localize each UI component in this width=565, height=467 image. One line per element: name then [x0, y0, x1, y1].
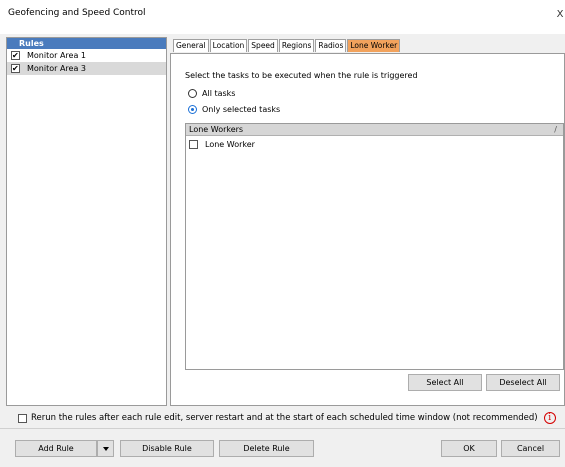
lone-workers-column-header[interactable]: Lone Workers /	[186, 124, 563, 136]
tab-speed[interactable]: Speed	[248, 39, 278, 52]
rerun-rules-label: Rerun the rules after each rule edit, se…	[31, 413, 538, 423]
deselect-all-button[interactable]: Deselect All	[486, 374, 560, 391]
tasks-description: Select the tasks to be executed when the…	[185, 71, 418, 80]
select-all-button[interactable]: Select All	[408, 374, 482, 391]
rule-label: Monitor Area 1	[27, 51, 86, 60]
info-icon[interactable]: i	[543, 412, 556, 424]
rule-item-monitor-area-3[interactable]: Monitor Area 3	[7, 62, 166, 75]
all-tasks-radio[interactable]	[188, 89, 197, 98]
tab-radios[interactable]: Radios	[315, 39, 347, 52]
list-item[interactable]: Lone Worker	[186, 138, 563, 151]
add-rule-dropdown-arrow-icon[interactable]	[97, 440, 114, 457]
rule-label: Monitor Area 3	[27, 64, 86, 73]
ok-button[interactable]: OK	[441, 440, 497, 457]
dialog-window: Geofencing and Speed Control X Rules Mon…	[0, 0, 565, 467]
lone-worker-label: Lone Worker	[205, 140, 255, 149]
delete-rule-button[interactable]: Delete Rule	[219, 440, 314, 457]
rerun-rules-checkbox[interactable]	[18, 413, 27, 423]
lone-workers-list: Lone Workers / Lone Worker	[185, 123, 564, 370]
title-bar: Geofencing and Speed Control X	[0, 0, 565, 34]
only-selected-tasks-label: Only selected tasks	[202, 105, 281, 114]
rule-checkbox[interactable]	[11, 62, 20, 75]
rules-panel: Rules Monitor Area 1 Monitor Area 3	[6, 37, 167, 406]
only-selected-tasks-option[interactable]: Only selected tasks	[188, 105, 280, 114]
rule-item-monitor-area-1[interactable]: Monitor Area 1	[7, 49, 166, 62]
column-header-label: Lone Workers	[189, 125, 244, 134]
tab-general[interactable]: General	[173, 39, 209, 52]
rule-checkbox[interactable]	[11, 49, 20, 62]
lone-worker-tab-body: Select the tasks to be executed when the…	[170, 53, 565, 406]
tab-strip: General Location Speed Regions Radios Lo…	[173, 39, 401, 52]
sort-indicator-icon: /	[554, 125, 557, 134]
disable-rule-button[interactable]: Disable Rule	[120, 440, 214, 457]
window-title: Geofencing and Speed Control	[8, 8, 146, 18]
lone-worker-checkbox[interactable]	[189, 140, 198, 149]
rules-header: Rules	[7, 38, 166, 49]
add-rule-button[interactable]: Add Rule	[15, 440, 97, 457]
rerun-rules-option[interactable]: Rerun the rules after each rule edit, se…	[18, 412, 556, 424]
footer-divider	[0, 428, 565, 429]
all-tasks-option[interactable]: All tasks	[188, 89, 235, 98]
tab-lone-worker[interactable]: Lone Worker	[347, 39, 401, 52]
close-icon[interactable]: X	[555, 9, 565, 23]
tab-location[interactable]: Location	[209, 39, 248, 52]
cancel-button[interactable]: Cancel	[501, 440, 560, 457]
only-selected-tasks-radio[interactable]	[188, 105, 197, 114]
tab-regions[interactable]: Regions	[278, 39, 315, 52]
all-tasks-label: All tasks	[202, 89, 236, 98]
rule-settings-tabs: General Location Speed Regions Radios Lo…	[169, 37, 565, 406]
